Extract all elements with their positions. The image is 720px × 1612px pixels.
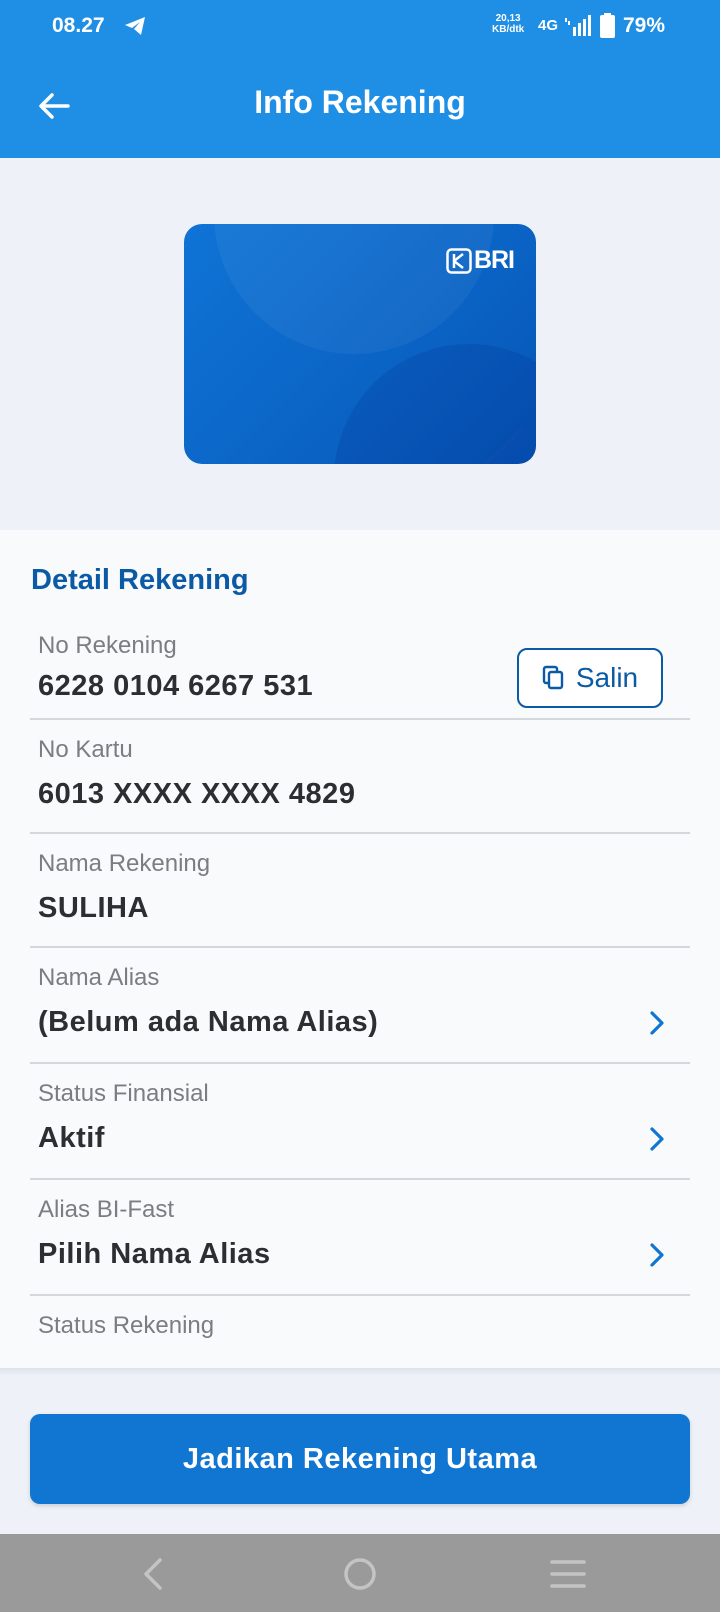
detail-panel: Detail Rekening No Rekening 6228 0104 62… <box>0 530 720 1368</box>
bri-logo-mark-icon <box>446 247 472 274</box>
copy-icon <box>542 665 564 690</box>
app-header: 08.27 20,13 KB/dtk 4G 79% Info Rekening <box>0 0 720 158</box>
row-label: No Rekening <box>38 632 177 659</box>
card-number: 6013 XXXX XXXX 4829 <box>38 778 356 810</box>
network-type: 4G <box>538 17 559 34</box>
bank-card: BRI <box>184 224 536 464</box>
panel-divider <box>0 1368 720 1376</box>
nav-back-icon[interactable] <box>132 1552 176 1596</box>
row-label: Alias BI-Fast <box>38 1196 175 1223</box>
row-label: Nama Rekening <box>38 850 211 877</box>
copy-button[interactable]: Salin <box>517 648 663 708</box>
system-nav-bar <box>0 1534 720 1612</box>
network-speed: 20,13 KB/dtk <box>492 13 524 35</box>
network-speed-unit: KB/dtk <box>492 24 525 35</box>
page-title: Info Rekening <box>254 84 466 120</box>
row-label: Status Rekening <box>38 1312 215 1339</box>
row-status-finansial[interactable]: Status Finansial Aktif <box>30 1064 690 1180</box>
network-speed-value: 20,13 <box>495 13 521 24</box>
status-time: 08.27 <box>52 14 105 37</box>
status-bar: 08.27 20,13 KB/dtk 4G 79% <box>0 0 720 54</box>
row-nama-alias[interactable]: Nama Alias (Belum ada Nama Alias) <box>30 948 690 1064</box>
set-primary-account-button[interactable]: Jadikan Rekening Utama <box>30 1414 690 1504</box>
row-label: Status Finansial <box>38 1080 209 1107</box>
row-no-rekening: No Rekening 6228 0104 6267 531 Salin <box>30 614 690 720</box>
row-label: Nama Alias <box>38 964 160 991</box>
alias-name: (Belum ada Nama Alias) <box>38 1006 379 1038</box>
bri-logo: BRI <box>446 246 515 275</box>
copy-label: Salin <box>575 662 639 693</box>
row-nama-rekening: Nama Rekening SULIHA <box>30 834 690 948</box>
nav-home-icon[interactable] <box>338 1552 382 1596</box>
section-title: Detail Rekening <box>31 564 249 596</box>
account-number: 6228 0104 6267 531 <box>38 670 314 702</box>
battery-percent: 79% <box>623 14 666 37</box>
chevron-right-icon[interactable] <box>646 1126 668 1152</box>
bri-logo-text: BRI <box>473 246 515 274</box>
account-name: SULIHA <box>38 892 149 924</box>
chevron-right-icon[interactable] <box>646 1010 668 1036</box>
telegram-icon <box>125 17 145 35</box>
card-area: BRI <box>0 158 720 530</box>
nav-menu-icon[interactable] <box>546 1552 590 1596</box>
financial-status: Aktif <box>38 1122 105 1154</box>
bi-fast-alias: Pilih Nama Alias <box>38 1238 271 1270</box>
row-status-rekening: Status Rekening <box>30 1296 690 1368</box>
chevron-right-icon[interactable] <box>646 1242 668 1268</box>
row-label: No Kartu <box>38 736 133 763</box>
row-alias-bi-fast[interactable]: Alias BI-Fast Pilih Nama Alias <box>30 1180 690 1296</box>
signal-icon <box>565 15 591 36</box>
battery-icon <box>600 13 615 38</box>
row-no-kartu: No Kartu 6013 XXXX XXXX 4829 <box>30 720 690 834</box>
